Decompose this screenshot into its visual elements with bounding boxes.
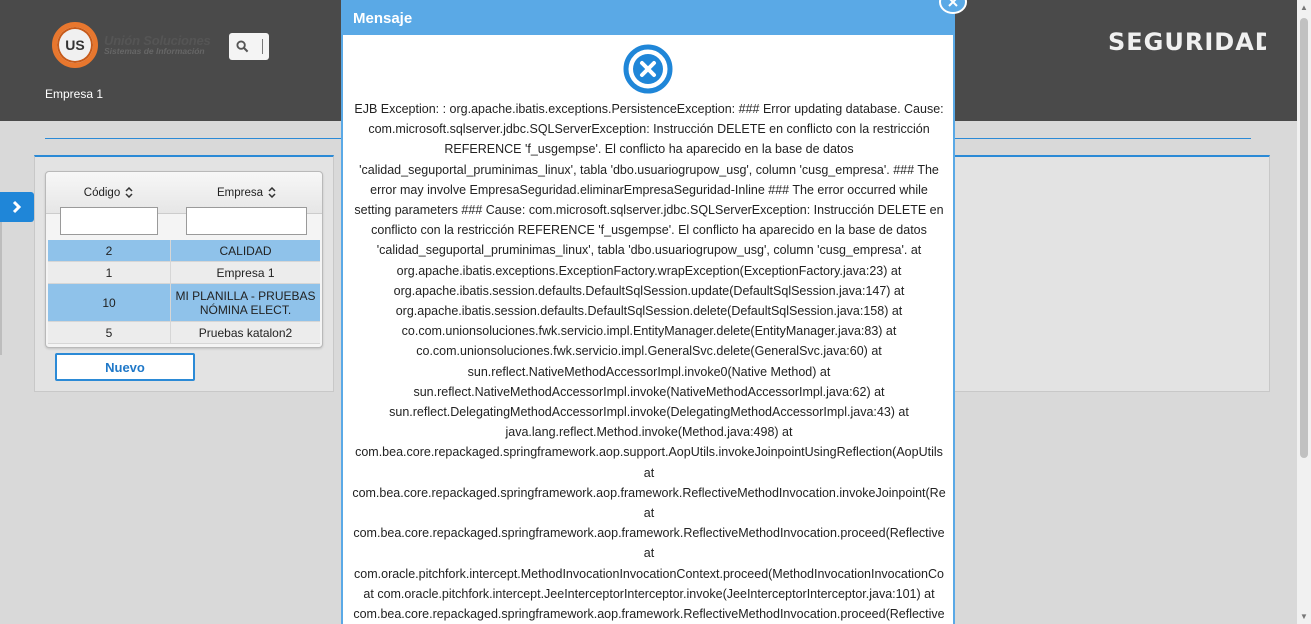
table-row[interactable]: 2 CALIDAD <box>48 240 320 262</box>
message-line: sun.reflect.NativeMethodAccessorImpl.inv… <box>467 364 831 379</box>
cell-codigo: 1 <box>48 262 171 283</box>
new-button[interactable]: Nuevo <box>55 353 195 381</box>
message-line: 'calidad_seguportal_pruminimas_linux', t… <box>359 162 939 177</box>
message-line: java.lang.reflect.Method.invoke(Method.j… <box>505 425 793 440</box>
message-line: sun.reflect.NativeMethodAccessorImpl.inv… <box>413 384 885 399</box>
companies-grid: Código Empresa 2 CALIDAD 1 Empresa 1 10 … <box>45 171 323 348</box>
message-line: com.microsoft.sqlserver.jdbc.SQLServerEx… <box>368 122 930 137</box>
sort-icon <box>268 187 276 198</box>
message-line: at <box>643 506 655 521</box>
message-line: com.bea.core.repackaged.springframework.… <box>353 526 945 541</box>
cell-empresa: Pruebas katalon2 <box>198 325 293 340</box>
message-line: sun.reflect.DelegatingMethodAccessorImpl… <box>389 405 909 420</box>
message-line: conflicto con la restricción REFERENCE '… <box>371 223 927 238</box>
logo-subtitle: Sistemas de Información <box>104 46 205 57</box>
chevron-right-icon <box>12 200 22 214</box>
filter-codigo-input[interactable] <box>59 207 158 235</box>
logo-title: Unión Soluciones <box>104 32 211 48</box>
cell-empresa: MI PLANILLA - PRUEBAS NÓMINA ELECT. <box>175 288 316 317</box>
cell-codigo: 5 <box>48 322 171 343</box>
company-logo: US Unión Soluciones Sistemas de Informac… <box>52 22 211 68</box>
table-row[interactable]: 5 Pruebas katalon2 <box>48 322 320 344</box>
grid-rows: 2 CALIDAD 1 Empresa 1 10 MI PLANILLA - P… <box>46 240 322 344</box>
message-line: org.apache.ibatis.session.defaults.Defau… <box>393 283 905 298</box>
table-row[interactable]: 10 MI PLANILLA - PRUEBAS NÓMINA ELECT. <box>48 284 320 322</box>
message-line: EJB Exception: : org.apache.ibatis.excep… <box>354 102 944 116</box>
brand-logo: SEGURIDAD <box>1108 28 1275 56</box>
cell-empresa: CALIDAD <box>219 243 272 258</box>
message-line: REFERENCE 'f_usgempse'. El conflicto ha … <box>444 142 854 157</box>
message-line: org.apache.ibatis.session.defaults.Defau… <box>395 304 903 319</box>
current-company-label: Empresa 1 <box>45 87 104 101</box>
scroll-down-icon[interactable]: ▼ <box>1300 612 1308 621</box>
dialog-title: Mensaje <box>343 2 953 35</box>
message-line: co.com.unionsoluciones.fwk.servicio.impl… <box>416 344 882 359</box>
filter-empresa-input[interactable] <box>186 207 307 235</box>
message-line: at <box>643 546 655 561</box>
cell-codigo: 10 <box>48 284 171 321</box>
scroll-thumb[interactable] <box>1300 18 1308 458</box>
page-scrollbar[interactable]: ▲ ▼ <box>1297 0 1311 624</box>
message-line: setting parameters ### Cause: com.micros… <box>354 203 944 218</box>
grid-filters <box>46 207 322 240</box>
sort-icon <box>125 187 133 198</box>
sidebar-edge <box>0 222 2 355</box>
sidebar-toggle-button[interactable] <box>0 192 34 222</box>
svg-text:SEGURIDAD: SEGURIDAD <box>1108 28 1266 56</box>
error-circle-x-icon <box>623 44 673 94</box>
message-line: com.bea.core.repackaged.springframework.… <box>352 485 946 500</box>
app-brand: SEGURIDAD <box>1108 28 1275 62</box>
message-line: error may involve EmpresaSeguridad.elimi… <box>370 182 928 197</box>
message-line: org.apache.ibatis.exceptions.ExceptionFa… <box>396 263 902 278</box>
message-line: com.oracle.pitchfork.intercept.MethodInv… <box>354 566 944 581</box>
search-icon <box>236 40 249 53</box>
scroll-up-icon[interactable]: ▲ <box>1300 3 1308 12</box>
message-line: at com.oracle.pitchfork.intercept.JeeInt… <box>363 586 935 601</box>
logo-badge: US <box>52 22 98 68</box>
cell-empresa: Empresa 1 <box>216 265 275 280</box>
error-message: EJB Exception: : org.apache.ibatis.excep… <box>343 99 953 624</box>
message-line: co.com.unionsoluciones.fwk.servicio.impl… <box>401 324 897 339</box>
message-line: at <box>643 465 655 480</box>
detail-panel <box>953 155 1270 392</box>
message-line: 'calidad_seguportal_pruminimas_linux', t… <box>376 243 922 258</box>
message-dialog: Mensaje EJB Exception: : org.apache.ibat… <box>341 0 955 624</box>
table-row[interactable]: 1 Empresa 1 <box>48 262 320 284</box>
cell-codigo: 2 <box>48 240 171 261</box>
message-line: com.bea.core.repackaged.springframework.… <box>353 607 945 622</box>
search-button[interactable] <box>229 33 269 60</box>
message-line: com.bea.core.repackaged.springframework.… <box>355 445 943 460</box>
